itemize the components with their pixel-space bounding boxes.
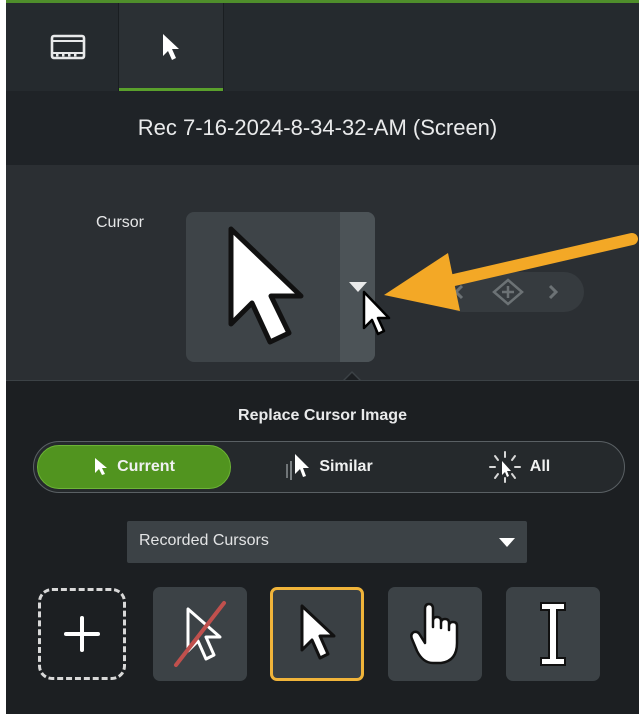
cursor-source-dropdown[interactable]: Recorded Cursors (127, 521, 527, 563)
cursor-source-value: Recorded Cursors (139, 532, 269, 549)
cursor-option-none[interactable] (153, 587, 247, 681)
segment-current[interactable]: Current (37, 445, 231, 489)
annotation-arrow (384, 233, 638, 311)
cursor-arrow-icon (95, 458, 108, 475)
cursor-preview-image[interactable] (186, 212, 336, 362)
clip-title-bar: Rec 7-16-2024-8-34-32-AM (Screen) (6, 91, 639, 165)
cursor-option-hand[interactable] (388, 587, 482, 681)
popover-title: Replace Cursor Image (238, 407, 407, 424)
properties-panel: Rec 7-16-2024-8-34-32-AM (Screen) Cursor (6, 0, 639, 714)
no-cursor-icon (174, 601, 226, 667)
replace-scope-segmented: Current Similar All (33, 441, 625, 493)
cursor-arrow-icon (163, 34, 179, 60)
text-ibeam-icon (540, 602, 566, 666)
tab-bar (6, 3, 639, 91)
replace-cursor-popover: Replace Cursor Image Current Similar All… (6, 380, 639, 714)
similar-cursor-icon (286, 454, 310, 480)
cursor-option-ibeam[interactable] (506, 587, 600, 681)
segment-similar[interactable]: Similar (259, 445, 399, 489)
tab-cursor[interactable] (118, 3, 224, 91)
clip-title: Rec 7-16-2024-8-34-32-AM (Screen) (137, 115, 498, 140)
cursor-arrow-icon (300, 604, 336, 660)
app-window: Rec 7-16-2024-8-34-32-AM (Screen) Cursor (0, 0, 639, 714)
mouse-pointer-icon (362, 290, 391, 336)
segment-similar-label: Similar (319, 458, 373, 475)
cursor-label: Cursor (96, 214, 145, 231)
tab-media[interactable] (18, 3, 118, 91)
all-cursors-icon (488, 451, 521, 483)
plus-icon (64, 616, 100, 652)
segment-all-label: All (529, 458, 551, 475)
chevron-down-icon (499, 538, 515, 547)
segment-all[interactable]: All (444, 445, 594, 489)
cursor-preview-button[interactable] (186, 212, 375, 362)
hand-pointer-icon (410, 602, 459, 665)
cursor-arrow-icon (228, 226, 304, 345)
film-icon (50, 34, 86, 60)
segment-current-label: Current (117, 458, 175, 475)
cursor-option-arrow[interactable] (270, 587, 364, 681)
add-cursor-button[interactable] (38, 588, 126, 680)
